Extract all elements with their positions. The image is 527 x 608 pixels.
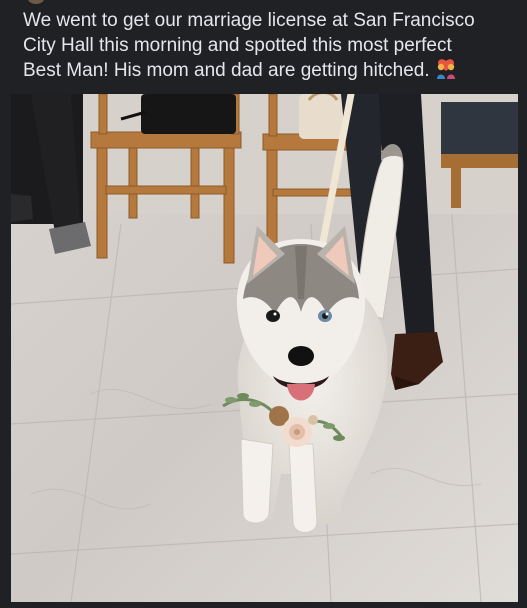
social-post: We went to get our marriage license at S… [0,0,527,608]
cream-bag [299,94,345,139]
post-text-line: City Hall this morning and spotted this … [23,35,452,56]
avatar[interactable] [28,0,44,4]
post-text-line: Best Man! His mom and dad are getting hi… [23,58,503,83]
post-text-line: We went to get our marriage license at S… [23,10,475,31]
post-photo[interactable] [11,94,518,602]
post-text: We went to get our marriage license at S… [23,8,503,83]
couple-with-heart-icon [434,58,458,80]
